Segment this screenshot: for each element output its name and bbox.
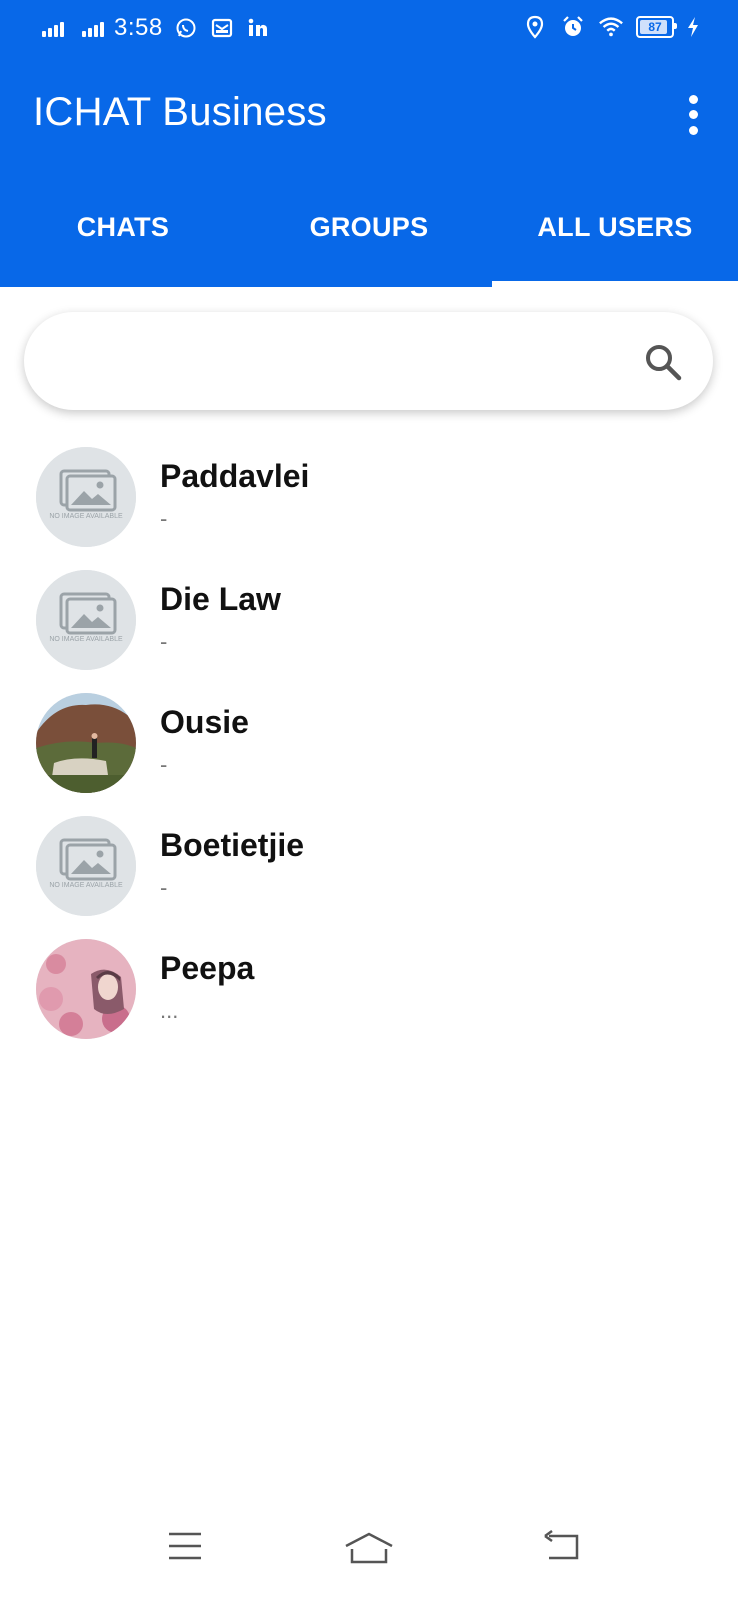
user-name: Paddavlei: [160, 458, 310, 494]
user-status: -: [160, 506, 168, 531]
avatar: NO IMAGE AVAILABLE: [36, 570, 136, 670]
avatar: NO IMAGE AVAILABLE: [36, 816, 136, 916]
no-image-text: NO IMAGE AVAILABLE: [49, 636, 123, 643]
status-bar: 3:58 87: [0, 0, 738, 62]
list-item[interactable]: Ousie -: [0, 682, 738, 805]
search-input[interactable]: [54, 336, 618, 388]
list-item[interactable]: NO IMAGE AVAILABLE Boetietjie -: [0, 805, 738, 928]
menu-icon[interactable]: [167, 1530, 217, 1576]
tab-bar: CHATS GROUPS ALL USERS: [0, 195, 738, 287]
tab-all-users[interactable]: ALL USERS: [492, 195, 738, 287]
list-item[interactable]: NO IMAGE AVAILABLE Die Law -: [0, 559, 738, 682]
user-name: Ousie: [160, 704, 249, 740]
no-image-text: NO IMAGE AVAILABLE: [49, 882, 123, 889]
alarm-icon: [560, 14, 586, 40]
user-name: Die Law: [160, 581, 281, 617]
user-status: -: [160, 875, 168, 900]
whatsapp-icon: [173, 15, 199, 41]
no-image-icon: NO IMAGE AVAILABLE: [36, 816, 136, 916]
landscape-photo: [36, 693, 136, 793]
user-status: ...: [160, 998, 179, 1023]
system-nav-bar: [0, 1520, 738, 1600]
battery-level: 87: [648, 20, 662, 34]
avatar: NO IMAGE AVAILABLE: [36, 447, 136, 547]
tab-chats[interactable]: CHATS: [0, 195, 246, 287]
avatar: [36, 693, 136, 793]
list-item[interactable]: Peepa ...: [0, 928, 738, 1051]
status-time: 3:58: [114, 14, 163, 41]
linkedin-icon: [245, 15, 271, 41]
app-bar: 3:58 87 ICHAT Business CHATS GROUPS ALL …: [0, 0, 738, 287]
avatar: [36, 939, 136, 1039]
no-image-text: NO IMAGE AVAILABLE: [49, 513, 123, 520]
more-vert-icon[interactable]: [678, 92, 708, 138]
portrait-photo: [36, 939, 136, 1039]
tab-groups[interactable]: GROUPS: [246, 195, 492, 287]
user-list: NO IMAGE AVAILABLE Paddavlei - NO IMAGE …: [0, 436, 738, 1051]
back-icon[interactable]: [543, 1529, 593, 1576]
no-image-icon: NO IMAGE AVAILABLE: [36, 570, 136, 670]
home-icon[interactable]: [344, 1530, 394, 1576]
battery-icon: 87: [636, 16, 677, 38]
user-status: -: [160, 629, 168, 654]
user-status: -: [160, 752, 168, 777]
location-icon: [522, 14, 548, 40]
signal-icon: [42, 19, 64, 37]
signal-icon: [82, 19, 104, 37]
wifi-icon: [598, 14, 624, 40]
search-bar: [24, 312, 713, 410]
user-name: Boetietjie: [160, 827, 305, 863]
user-name: Peepa: [160, 950, 255, 986]
charging-icon: [686, 14, 700, 40]
mail-icon: [209, 15, 235, 41]
no-image-icon: NO IMAGE AVAILABLE: [36, 447, 136, 547]
search-icon[interactable]: [643, 342, 683, 382]
list-item[interactable]: NO IMAGE AVAILABLE Paddavlei -: [0, 436, 738, 559]
app-title: ICHAT Business: [33, 90, 327, 134]
